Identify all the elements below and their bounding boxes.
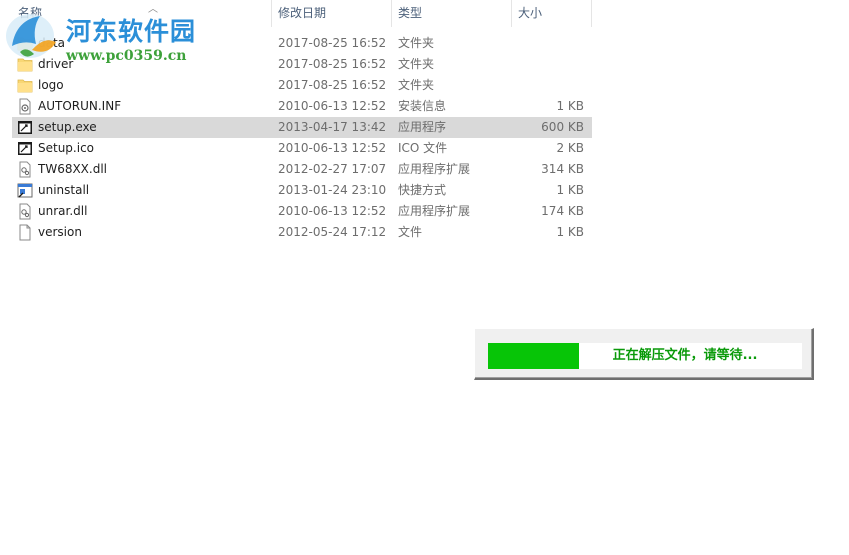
settings-file-icon — [17, 98, 33, 115]
file-date: 2010-06-13 12:52 — [278, 141, 387, 155]
file-type: 应用程序扩展 — [398, 204, 471, 218]
file-type: 应用程序 — [398, 120, 447, 134]
file-type: 安装信息 — [398, 99, 447, 113]
progress-bar: 正在解压文件，请等待... 正在解压文件，请等待... — [488, 343, 802, 369]
file-row[interactable]: uninstall 2013-01-24 23:10 快捷方式 1 KB — [12, 180, 592, 201]
file-date: 2017-08-25 16:52 — [278, 78, 387, 92]
file-date: 2012-05-24 17:12 — [278, 225, 387, 239]
file-name: uninstall — [38, 183, 90, 197]
file-date: 2012-02-27 17:07 — [278, 162, 387, 176]
column-header-row: 名称 ︿ 修改日期 类型 大小 — [0, 0, 592, 27]
file-type: 文件夹 — [398, 78, 435, 92]
file-name: unrar.dll — [38, 204, 88, 218]
dll-file-icon — [17, 161, 33, 178]
file-date: 2017-08-25 16:52 — [278, 57, 387, 71]
column-header-date-label: 修改日期 — [278, 6, 327, 20]
file-row[interactable]: Setup.ico 2010-06-13 12:52 ICO 文件 2 KB — [12, 138, 592, 159]
file-date: 2010-06-13 12:52 — [278, 99, 387, 113]
file-name: logo — [38, 78, 64, 92]
column-header-type[interactable]: 类型 — [392, 0, 512, 27]
file-date: 2010-06-13 12:52 — [278, 204, 387, 218]
column-header-size-label: 大小 — [518, 6, 543, 20]
file-size: 1 KB — [556, 225, 584, 239]
file-date: 2017-08-25 16:52 — [278, 36, 387, 50]
file-name: AUTORUN.INF — [38, 99, 122, 113]
file-name: TW68XX.dll — [38, 162, 108, 176]
file-row[interactable]: TW68XX.dll 2012-02-27 17:07 应用程序扩展 314 KB — [12, 159, 592, 180]
file-size: 174 KB — [541, 204, 584, 218]
file-date: 2013-04-17 13:42 — [278, 120, 387, 134]
sort-ascending-icon: ︿ — [148, 4, 158, 15]
file-row[interactable]: driver 2017-08-25 16:52 文件夹 — [12, 54, 592, 75]
column-header-name[interactable]: 名称 ︿ — [12, 0, 272, 27]
blank-file-icon — [17, 224, 33, 241]
file-type: 文件 — [398, 225, 423, 239]
folder-icon — [17, 56, 33, 73]
file-row[interactable]: logo 2017-08-25 16:52 文件夹 — [12, 75, 592, 96]
progress-label-on-fill: 正在解压文件，请等待... — [488, 343, 579, 369]
file-name: setup.exe — [38, 120, 97, 134]
application-icon — [17, 119, 33, 136]
column-header-date[interactable]: 修改日期 — [272, 0, 392, 27]
file-row[interactable]: data 2017-08-25 16:52 文件夹 — [12, 33, 592, 54]
file-row[interactable]: version 2012-05-24 17:12 文件 1 KB — [12, 222, 592, 243]
extract-progress-dialog: 正在解压文件，请等待... 正在解压文件，请等待... — [474, 328, 814, 380]
progress-label-overlay: 正在解压文件，请等待... — [488, 343, 579, 369]
file-row[interactable]: AUTORUN.INF 2010-06-13 12:52 安装信息 1 KB — [12, 96, 592, 117]
file-list: data 2017-08-25 16:52 文件夹 driver 2017-08-25 … — [12, 33, 592, 243]
ico-file-icon — [17, 140, 33, 157]
file-name: version — [38, 225, 82, 239]
file-size: 1 KB — [556, 99, 584, 113]
file-date: 2013-01-24 23:10 — [278, 183, 387, 197]
column-header-size[interactable]: 大小 — [512, 0, 592, 27]
file-type: 文件夹 — [398, 36, 435, 50]
file-size: 1 KB — [556, 183, 584, 197]
column-header-type-label: 类型 — [398, 6, 423, 20]
folder-icon — [17, 35, 33, 52]
file-type: 应用程序扩展 — [398, 162, 471, 176]
shortcut-icon — [17, 182, 33, 199]
column-header-name-label: 名称 — [18, 6, 43, 20]
dll-file-icon — [17, 203, 33, 220]
file-name: data — [38, 36, 66, 50]
file-size: 600 KB — [541, 120, 584, 134]
file-name: Setup.ico — [38, 141, 95, 155]
file-type: 文件夹 — [398, 57, 435, 71]
file-type: ICO 文件 — [398, 141, 448, 155]
file-explorer: 名称 ︿ 修改日期 类型 大小 data 2017-08-25 16:52 文件夹 d… — [0, 0, 849, 555]
folder-icon — [17, 77, 33, 94]
file-size: 314 KB — [541, 162, 584, 176]
file-name: driver — [38, 57, 74, 71]
file-size: 2 KB — [556, 141, 584, 155]
file-type: 快捷方式 — [398, 183, 447, 197]
file-row[interactable]: setup.exe 2013-04-17 13:42 应用程序 600 KB — [12, 117, 592, 138]
file-row[interactable]: unrar.dll 2010-06-13 12:52 应用程序扩展 174 KB — [12, 201, 592, 222]
